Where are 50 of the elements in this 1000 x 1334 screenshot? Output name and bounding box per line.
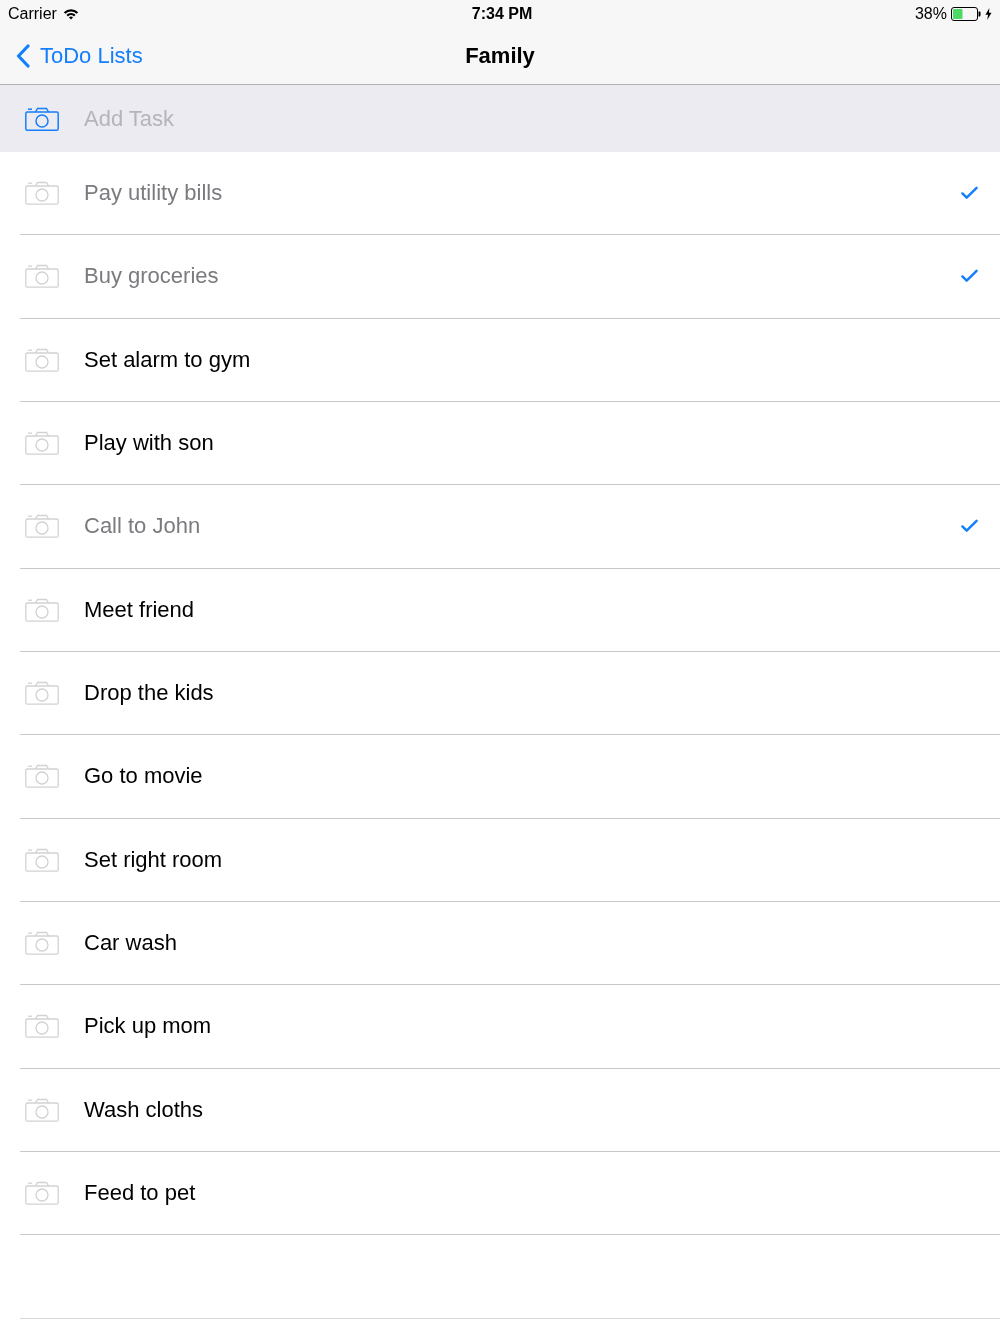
task-row[interactable]: Wash cloths [20,1068,1000,1152]
camera-icon[interactable] [25,597,59,622]
carrier-label: Carrier [8,5,57,23]
camera-icon[interactable] [25,181,59,206]
task-row[interactable]: Drop the kids [20,651,1000,736]
back-button[interactable]: ToDo Lists [0,43,147,69]
task-row[interactable]: Set alarm to gym [20,318,1000,402]
task-row[interactable]: Feed to pet [20,1151,1000,1236]
camera-icon[interactable] [25,1181,59,1206]
task-row[interactable]: Meet friend [20,568,1000,652]
battery-icon [951,7,981,21]
camera-icon[interactable] [25,347,59,372]
task-row[interactable]: Go to movie [20,735,1000,819]
camera-icon[interactable] [25,1014,59,1039]
task-row[interactable]: Buy groceries [20,235,1000,319]
camera-icon[interactable] [25,764,59,789]
task-row[interactable]: Pick up mom [20,985,1000,1069]
camera-icon[interactable] [25,681,59,706]
camera-icon[interactable] [25,1097,59,1122]
task-title: Set right room [84,846,224,873]
camera-icon[interactable] [25,106,59,131]
task-title: Feed to pet [84,1180,197,1207]
task-title: Buy groceries [84,263,220,290]
status-time: 7:34 PM [470,5,533,23]
add-task-field[interactable]: Add Task [84,105,484,132]
task-title: Pick up mom [84,1013,213,1040]
task-title: Meet friend [84,596,196,623]
task-row[interactable]: Play with son [20,402,1000,486]
wifi-icon [62,8,79,20]
task-title: Play with son [84,430,215,457]
task-title: Go to movie [84,763,204,790]
task-row[interactable]: Call to John [20,485,1000,569]
battery-percent: 38% [914,5,947,23]
nav-title: Family [465,43,535,69]
camera-icon[interactable] [25,431,59,456]
task-title: Car wash [84,930,178,957]
chevron-left-icon [16,44,30,68]
task-title: Set alarm to gym [84,346,252,373]
task-row[interactable]: Set right room [20,818,1000,902]
camera-icon[interactable] [25,514,59,539]
camera-icon[interactable] [25,931,59,956]
charging-bolt-icon [985,8,992,20]
task-title: Call to John [84,513,202,540]
task-row[interactable]: Car wash [20,901,1000,986]
task-title: Pay utility bills [84,180,224,207]
camera-icon[interactable] [25,264,59,289]
task-title: Wash cloths [84,1096,204,1123]
task-title: Drop the kids [84,680,215,707]
task-row[interactable]: Pay utility bills [20,152,1000,236]
camera-icon[interactable] [25,847,59,872]
